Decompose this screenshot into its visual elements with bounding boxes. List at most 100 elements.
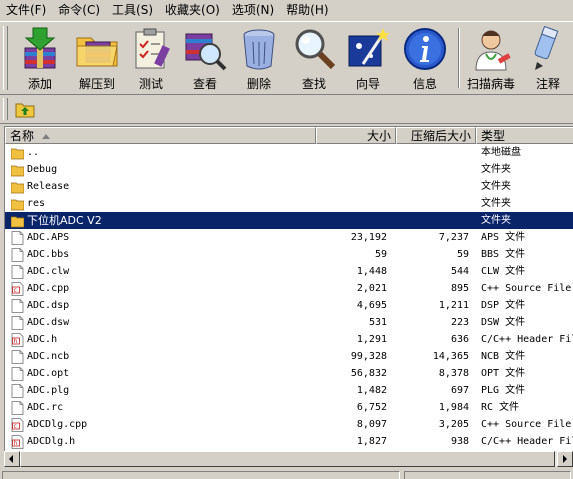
file-name-cell: c ADC.cpp — [11, 280, 311, 297]
file-icon — [11, 315, 27, 330]
delete-trash-icon — [243, 29, 275, 70]
info-label: 信息 — [412, 77, 437, 91]
comment-button[interactable]: 注释 — [525, 24, 571, 92]
toolbar-grip[interactable] — [3, 26, 8, 90]
address-grip[interactable] — [3, 98, 8, 120]
column-name-header[interactable]: 名称 — [5, 127, 316, 144]
horizontal-scrollbar[interactable] — [4, 451, 573, 467]
file-name-cell: ADC.bbs — [11, 246, 311, 263]
file-size: 23,192 — [350, 232, 387, 243]
file-size: 4,695 — [356, 300, 387, 311]
file-name-cell: Debug — [11, 161, 311, 178]
file-row[interactable]: ADC.dsw 531 223 DSW 文件 — [5, 314, 573, 331]
file-name: ADC.clw — [27, 266, 70, 277]
file-type: DSP 文件 — [481, 300, 526, 311]
file-packed-size: 544 — [450, 266, 469, 277]
file-size: 56,832 — [350, 368, 387, 379]
file-packed-size — [391, 178, 469, 195]
menu-tools[interactable]: 工具(S) — [106, 1, 159, 20]
file-row[interactable]: .. 本地磁盘 — [5, 144, 573, 161]
file-row[interactable]: h ADCDlg.h 1,827 938 C/C++ Header File — [5, 433, 573, 450]
scan-doctor-icon — [475, 30, 511, 71]
wizard-wand-icon — [348, 28, 390, 67]
toolbar: 添加 解压到 测试 查看 删除 查找 向导 信息 扫描病毒 注释 — [0, 21, 573, 95]
header-file-icon: h — [11, 332, 27, 347]
cpp-file-icon: c — [11, 281, 27, 296]
delete-button[interactable]: 删除 — [235, 24, 283, 92]
file-row[interactable]: ADC.plg 1,482 697 PLG 文件 — [5, 382, 573, 399]
file-name: ADCDlg.h — [27, 436, 76, 447]
file-name: .. — [27, 147, 40, 158]
menu-favorites[interactable]: 收藏夹(O) — [159, 1, 226, 20]
file-size — [311, 161, 387, 178]
file-type: DSW 文件 — [481, 317, 526, 328]
menu-commands[interactable]: 命令(C) — [52, 1, 106, 20]
file-type: OPT 文件 — [481, 368, 526, 379]
column-packed-header[interactable]: 压缩后大小 — [396, 127, 476, 144]
file-type: 文件夹 — [481, 198, 511, 209]
scroll-right-button[interactable] — [557, 451, 573, 467]
file-type: APS 文件 — [481, 232, 526, 243]
file-type: 文件夹 — [481, 215, 511, 226]
test-button[interactable]: 测试 — [127, 24, 175, 92]
file-name-cell: ADC.opt — [11, 365, 311, 382]
file-row[interactable]: ADC.clw 1,448 544 CLW 文件 — [5, 263, 573, 280]
file-row[interactable]: Debug 文件夹 — [5, 161, 573, 178]
test-label: 测试 — [138, 77, 163, 91]
sort-ascending-icon — [42, 134, 51, 139]
file-row[interactable]: ADC.APS 23,192 7,237 APS 文件 — [5, 229, 573, 246]
file-name: ADC.cpp — [27, 283, 70, 294]
file-packed-size: 3,205 — [438, 419, 469, 430]
menu-file[interactable]: 文件(F) — [0, 1, 52, 20]
file-row[interactable]: h ADC.h 1,291 636 C/C++ Header File — [5, 331, 573, 348]
file-row[interactable]: ADC.dsp 4,695 1,211 DSP 文件 — [5, 297, 573, 314]
file-type: CLW 文件 — [481, 266, 526, 277]
file-packed-size: 223 — [450, 317, 469, 328]
file-type: BBS 文件 — [481, 249, 526, 260]
status-bar — [0, 469, 573, 479]
file-packed-size: 938 — [450, 436, 469, 447]
file-row[interactable]: c ADCDlg.cpp 8,097 3,205 C++ Source File — [5, 416, 573, 433]
up-folder-icon[interactable] — [14, 99, 36, 119]
file-size: 8,097 — [356, 419, 387, 430]
file-name: ADC.plg — [27, 385, 70, 396]
menu-help[interactable]: 帮助(H) — [280, 1, 334, 20]
file-icon — [11, 264, 27, 279]
file-packed-size: 14,365 — [432, 351, 469, 362]
menu-options[interactable]: 选项(N) — [226, 1, 280, 20]
file-name: ADC.dsw — [27, 317, 70, 328]
file-row[interactable]: c ADC.cpp 2,021 895 C++ Source File — [5, 280, 573, 297]
column-size-header[interactable]: 大小 — [316, 127, 396, 144]
find-button[interactable]: 查找 — [290, 24, 338, 92]
file-row[interactable]: res 文件夹 — [5, 195, 573, 212]
view-button[interactable]: 查看 — [181, 24, 229, 92]
file-row[interactable]: ADC.rc 6,752 1,984 RC 文件 — [5, 399, 573, 416]
scroll-thumb[interactable] — [20, 451, 555, 467]
file-name-cell: .. — [11, 144, 311, 161]
file-name: ADC.rc — [27, 402, 64, 413]
file-row[interactable]: ADC.opt 56,832 8,378 OPT 文件 — [5, 365, 573, 382]
file-name-cell: ADC.dsw — [11, 314, 311, 331]
file-size: 2,021 — [356, 283, 387, 294]
menu-bar: 文件(F) 命令(C) 工具(S) 收藏夹(O) 选项(N) 帮助(H) — [0, 0, 573, 21]
file-row[interactable]: 下位机ADC V2 文件夹 — [5, 212, 573, 229]
scroll-left-button[interactable] — [4, 451, 20, 467]
extract-to-button[interactable]: 解压到 — [70, 24, 124, 92]
add-label: 添加 — [27, 77, 52, 91]
wizard-button[interactable]: 向导 — [344, 24, 392, 92]
file-size — [311, 178, 387, 195]
file-row[interactable]: ADC.bbs 59 59 BBS 文件 — [5, 246, 573, 263]
file-row[interactable]: Release 文件夹 — [5, 178, 573, 195]
file-name: ADC.APS — [27, 232, 70, 243]
file-packed-size: 7,237 — [438, 232, 469, 243]
info-button[interactable]: 信息 — [401, 24, 449, 92]
add-button[interactable]: 添加 — [16, 24, 64, 92]
file-size: 1,291 — [356, 334, 387, 345]
file-name-cell: h ADCDlg.h — [11, 433, 311, 450]
file-name: ADC.opt — [27, 368, 70, 379]
file-row[interactable]: ADC.ncb 99,328 14,365 NCB 文件 — [5, 348, 573, 365]
file-type: C/C++ Header File — [481, 334, 573, 345]
file-list: 名称 大小 压缩后大小 类型 .. 本地磁盘 Debug 文件夹 Release 文件夹 r… — [4, 126, 573, 467]
column-type-header[interactable]: 类型 — [476, 127, 573, 144]
scan-virus-button[interactable]: 扫描病毒 — [464, 24, 518, 92]
